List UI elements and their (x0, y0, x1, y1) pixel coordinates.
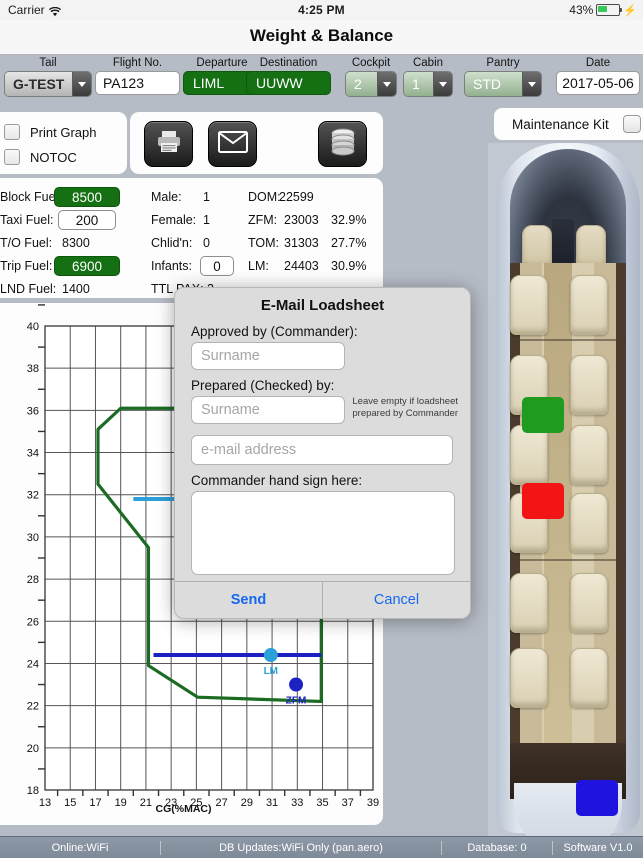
hint-line-1: Leave empty if loadsheet (352, 396, 458, 407)
approved-by-label: Approved by (Commander): (191, 324, 358, 339)
dialog-actions: Send Cancel (175, 581, 470, 618)
prepared-by-hint: Leave empty if loadsheet prepared by Com… (352, 396, 458, 420)
email-address-input[interactable]: e-mail address (191, 435, 453, 465)
signature-canvas[interactable] (191, 491, 455, 575)
cancel-button[interactable]: Cancel (323, 582, 470, 618)
footer-software-version: Software V1.0 (563, 842, 633, 854)
status-footer: Online:WiFi DB Updates:WiFi Only (pan.ae… (0, 836, 643, 858)
approved-by-input[interactable]: Surname (191, 342, 345, 370)
dialog-title: E-Mail Loadsheet (260, 297, 385, 314)
footer-db-updates: DB Updates:WiFi Only (pan.aero) (219, 842, 383, 854)
email-loadsheet-dialog: E-Mail Loadsheet Approved by (Commander)… (174, 287, 471, 619)
footer-database: Database: 0 (467, 842, 527, 854)
prepared-by-label: Prepared (Checked) by: (191, 378, 335, 393)
signature-label: Commander hand sign here: (191, 473, 363, 488)
footer-online-status: Online:WiFi (51, 842, 109, 854)
send-button[interactable]: Send (175, 582, 322, 618)
hint-line-2: prepared by Commander (352, 408, 458, 419)
app-root: Carrier 4:25 PM 43% ⚡ Weight & Balance T… (0, 0, 643, 858)
prepared-by-input[interactable]: Surname (191, 396, 345, 424)
